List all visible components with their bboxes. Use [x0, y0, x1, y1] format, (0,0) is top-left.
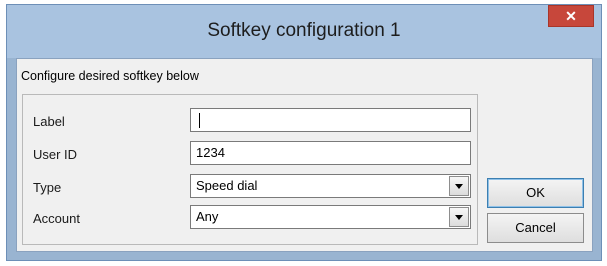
- type-select[interactable]: Speed dial: [190, 174, 471, 198]
- instruction-text: Configure desired softkey below: [21, 69, 199, 83]
- account-selected-value: Any: [196, 209, 219, 224]
- text-caret: [199, 113, 200, 128]
- user-id-input[interactable]: 1234: [190, 141, 471, 165]
- softkey-fields-group: Label User ID 1234 Type Speed dial Accou…: [22, 94, 478, 245]
- softkey-config-dialog: Softkey configuration 1 ✕ Configure desi…: [6, 4, 602, 261]
- cancel-button[interactable]: Cancel: [487, 213, 584, 243]
- close-icon: ✕: [565, 8, 577, 24]
- user-id-value: 1234: [196, 145, 225, 160]
- dialog-title: Softkey configuration 1: [207, 20, 401, 41]
- type-dropdown-arrow-icon[interactable]: [449, 176, 469, 196]
- type-selected-value: Speed dial: [196, 178, 258, 193]
- type-caption: Type: [33, 180, 62, 195]
- ok-button[interactable]: OK: [487, 178, 584, 208]
- user-id-caption: User ID: [33, 147, 78, 162]
- account-select[interactable]: Any: [190, 205, 471, 229]
- label-field-caption: Label: [33, 114, 65, 129]
- account-dropdown-arrow-icon[interactable]: [449, 207, 469, 227]
- dialog-body: Configure desired softkey below Label Us…: [16, 58, 593, 252]
- close-button[interactable]: ✕: [548, 5, 594, 27]
- label-input[interactable]: [190, 108, 471, 132]
- account-caption: Account: [33, 211, 80, 226]
- title-bar[interactable]: Softkey configuration 1 ✕: [7, 5, 601, 58]
